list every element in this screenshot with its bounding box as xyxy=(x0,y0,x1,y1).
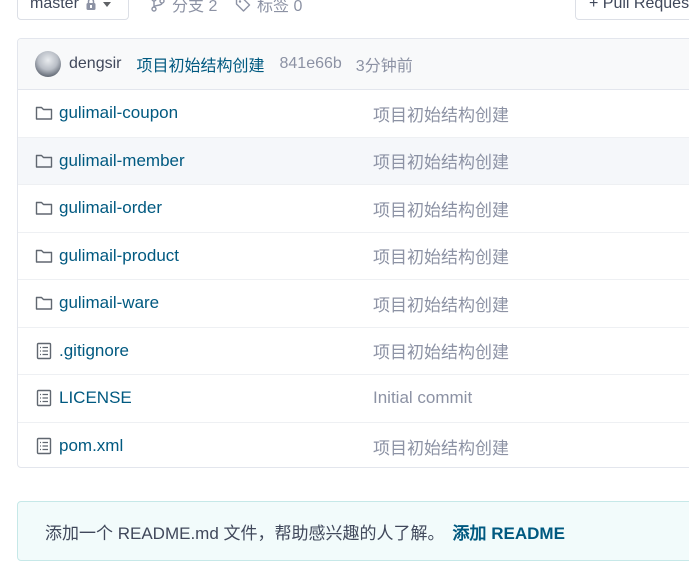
file-row[interactable]: LICENSE Initial commit xyxy=(18,375,689,423)
file-row[interactable]: pom.xml 项目初始结构创建 xyxy=(18,423,689,468)
branch-name: master xyxy=(30,0,79,12)
file-name[interactable]: gulimail-order xyxy=(59,198,162,218)
file-name[interactable]: pom.xml xyxy=(59,436,123,456)
file-row[interactable]: .gitignore 项目初始结构创建 xyxy=(18,328,689,375)
file-name[interactable]: gulimail-product xyxy=(59,246,179,266)
file-commit-message[interactable]: 项目初始结构创建 xyxy=(373,291,509,316)
commit-time: 3分钟前 xyxy=(355,58,413,75)
pull-request-label: + Pull Request xyxy=(589,0,689,12)
branch-select[interactable]: master xyxy=(17,0,129,20)
file-name[interactable]: LICENSE xyxy=(59,388,132,408)
file-name[interactable]: .gitignore xyxy=(59,341,129,361)
file-commit-message[interactable]: 项目初始结构创建 xyxy=(373,243,509,268)
file-row[interactable]: gulimail-order 项目初始结构创建 xyxy=(18,185,689,233)
add-readme-link[interactable]: 添加 README xyxy=(453,519,565,544)
file-commit-message[interactable]: 项目初始结构创建 xyxy=(373,434,509,459)
file-commit-message[interactable]: Initial commit xyxy=(373,388,472,408)
tags-count: 标签 0 xyxy=(257,0,303,15)
readme-hint-text: 添加一个 README.md 文件，帮助感兴趣的人了解。 xyxy=(45,523,445,543)
folder-icon xyxy=(35,249,53,263)
latest-commit-bar: dengsir 项目初始结构创建 841e66b 3分钟前 xyxy=(18,39,689,90)
folder-icon xyxy=(35,154,53,168)
folder-icon xyxy=(35,107,53,120)
file-row[interactable]: gulimail-member 项目初始结构创建 xyxy=(18,137,689,185)
file-commit-message[interactable]: 项目初始结构创建 xyxy=(373,148,509,173)
branches-count: 分支 2 xyxy=(172,0,218,15)
tag-icon xyxy=(235,0,251,12)
file-commit-message[interactable]: 项目初始结构创建 xyxy=(373,101,509,126)
file-commit-message[interactable]: 项目初始结构创建 xyxy=(373,196,509,221)
file-commit-message[interactable]: 项目初始结构创建 xyxy=(373,338,509,363)
file-row[interactable]: gulimail-product 项目初始结构创建 xyxy=(18,233,689,280)
lock-icon xyxy=(86,0,96,10)
pull-request-button[interactable]: + Pull Request xyxy=(575,0,689,20)
commit-sha[interactable]: 841e66b xyxy=(280,55,342,73)
folder-icon xyxy=(35,202,53,215)
file-text-icon xyxy=(36,390,52,407)
tags-link[interactable]: 标签 0 xyxy=(235,0,302,20)
file-row[interactable]: gulimail-ware 项目初始结构创建 xyxy=(18,280,689,328)
commit-message[interactable]: 项目初始结构创建 xyxy=(136,52,264,76)
repo-file-list: dengsir 项目初始结构创建 841e66b 3分钟前 gulimail-c… xyxy=(17,38,689,468)
file-name[interactable]: gulimail-coupon xyxy=(59,103,178,123)
repo-toolbar: master 分支 2 标签 0 + Pull Request xyxy=(0,0,689,22)
readme-hint-banner: 添加一个 README.md 文件，帮助感兴趣的人了解。 添加 README xyxy=(17,501,689,561)
file-name[interactable]: gulimail-ware xyxy=(59,293,159,313)
chevron-down-icon xyxy=(102,1,111,7)
file-row[interactable]: gulimail-coupon 项目初始结构创建 xyxy=(18,90,689,138)
branch-icon xyxy=(151,0,165,12)
branches-link[interactable]: 分支 2 xyxy=(150,0,217,20)
avatar[interactable] xyxy=(35,51,61,77)
file-name[interactable]: gulimail-member xyxy=(59,151,185,171)
folder-icon xyxy=(35,297,53,310)
commit-author[interactable]: dengsir xyxy=(69,55,121,73)
file-text-icon xyxy=(36,342,52,359)
file-text-icon xyxy=(36,438,52,455)
